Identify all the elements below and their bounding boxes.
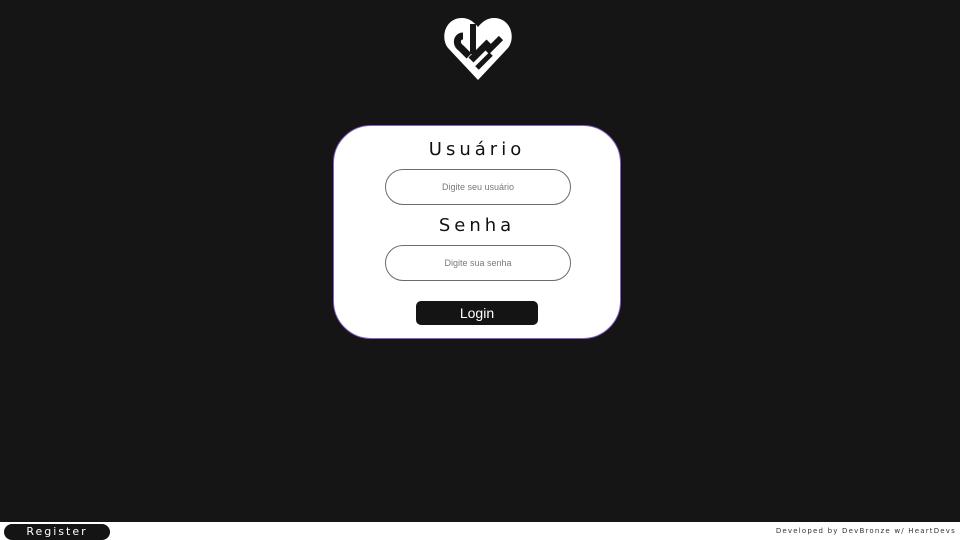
- login-card: Usuário Senha Login: [333, 125, 621, 339]
- developer-credits: Developed by DevBronze w/ HeartDevs: [775, 527, 956, 535]
- heart-devs-logo-icon: [443, 14, 513, 84]
- footer-bar: Register Developed by DevBronze w/ Heart…: [0, 522, 960, 540]
- user-label: Usuário: [428, 139, 526, 160]
- login-page: Usuário Senha Login Register Developed b…: [0, 0, 960, 540]
- user-input[interactable]: [385, 169, 571, 205]
- password-input[interactable]: [385, 245, 571, 281]
- password-label: Senha: [438, 215, 516, 236]
- login-button[interactable]: Login: [416, 301, 538, 325]
- register-button[interactable]: Register: [4, 524, 110, 540]
